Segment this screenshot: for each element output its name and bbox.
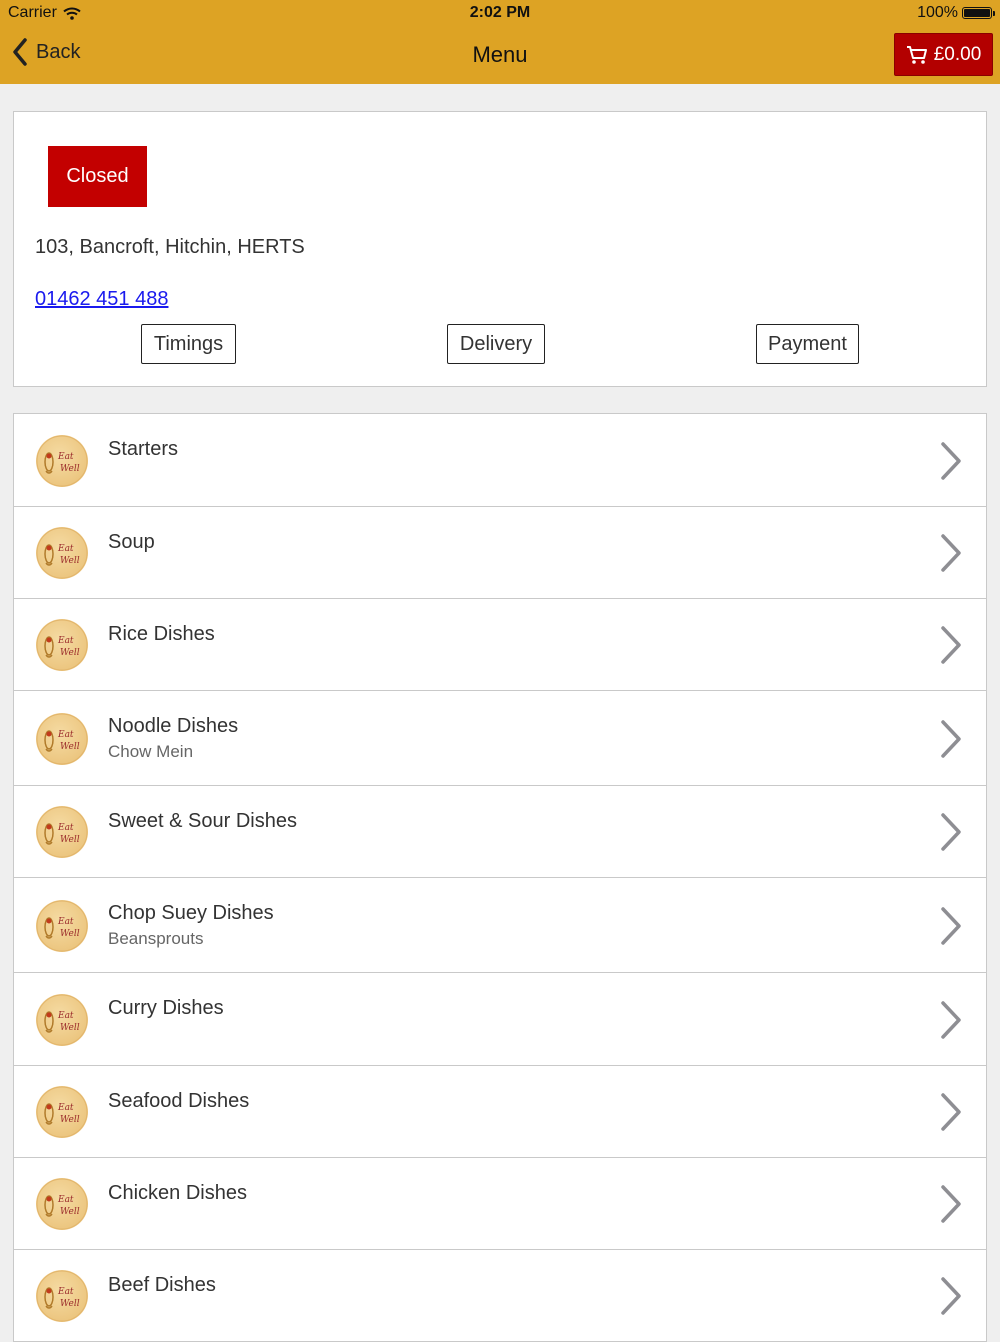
- cart-icon: [906, 45, 927, 64]
- cart-total: £0.00: [933, 43, 982, 65]
- restaurant-logo-icon: Eat Well: [36, 1178, 88, 1230]
- category-title: Rice Dishes: [108, 623, 215, 645]
- chevron-right-icon: [938, 625, 964, 665]
- svg-text:Eat: Eat: [57, 636, 74, 646]
- store-address: 103, Bancroft, Hitchin, HERTS: [35, 236, 305, 258]
- menu-category-row[interactable]: Eat Well Chop Suey Dishes Beansprouts: [14, 878, 986, 973]
- chevron-right-icon: [938, 719, 964, 759]
- svg-text:Eat: Eat: [57, 452, 74, 462]
- store-status-badge: Closed: [48, 146, 147, 207]
- svg-text:Well: Well: [60, 1299, 80, 1309]
- restaurant-logo-icon: Eat Well: [36, 619, 88, 671]
- menu-category-list: Eat Well Starters Eat Well Soup Eat Well Rice Di…: [13, 413, 987, 1342]
- svg-text:Eat: Eat: [57, 1287, 74, 1297]
- payment-button[interactable]: Payment: [756, 324, 859, 364]
- svg-text:Eat: Eat: [57, 1103, 74, 1113]
- svg-text:Well: Well: [60, 1207, 80, 1217]
- page-title: Menu: [472, 42, 528, 67]
- category-subtitle: Chow Mein: [108, 742, 194, 761]
- delivery-button[interactable]: Delivery: [447, 324, 545, 364]
- menu-category-row[interactable]: Eat Well Beef Dishes: [14, 1250, 986, 1342]
- chevron-right-icon: [938, 812, 964, 852]
- svg-text:Eat: Eat: [57, 1011, 74, 1021]
- category-title: Starters: [108, 438, 179, 460]
- menu-category-row[interactable]: Eat Well Noodle Dishes Chow Mein: [14, 691, 986, 786]
- svg-text:Eat: Eat: [57, 823, 74, 833]
- menu-category-row[interactable]: Eat Well Sweet & Sour Dishes: [14, 786, 986, 878]
- category-title: Seafood Dishes: [108, 1090, 250, 1112]
- restaurant-logo-icon: Eat Well: [36, 1270, 88, 1322]
- restaurant-logo-icon: Eat Well: [36, 713, 88, 765]
- restaurant-logo-icon: Eat Well: [36, 900, 88, 952]
- svg-text:Eat: Eat: [57, 544, 74, 554]
- restaurant-logo-icon: Eat Well: [36, 527, 88, 579]
- category-title: Noodle Dishes: [108, 715, 239, 737]
- timings-button[interactable]: Timings: [141, 324, 236, 364]
- chevron-right-icon: [938, 441, 964, 481]
- svg-text:Well: Well: [60, 929, 80, 939]
- svg-text:Well: Well: [60, 742, 80, 752]
- category-title: Chicken Dishes: [108, 1182, 247, 1204]
- restaurant-logo-icon: Eat Well: [36, 435, 88, 487]
- menu-category-row[interactable]: Eat Well Rice Dishes: [14, 599, 986, 691]
- store-phone-link[interactable]: 01462 451 488: [35, 288, 168, 311]
- status-battery: 100%: [917, 4, 995, 22]
- store-info-card: Closed 103, Bancroft, Hitchin, HERTS 014…: [13, 111, 987, 387]
- svg-text:Well: Well: [60, 1023, 80, 1033]
- chevron-right-icon: [938, 1000, 964, 1040]
- cart-button[interactable]: £0.00: [894, 33, 993, 76]
- chevron-right-icon: [938, 1092, 964, 1132]
- svg-text:Well: Well: [60, 648, 80, 658]
- category-subtitle: Beansprouts: [108, 929, 204, 948]
- chevron-right-icon: [938, 1276, 964, 1316]
- status-time: 2:02 PM: [469, 4, 531, 21]
- svg-text:Well: Well: [60, 556, 80, 566]
- battery-icon: [962, 7, 995, 19]
- chevron-right-icon: [938, 906, 964, 946]
- svg-text:Eat: Eat: [57, 917, 74, 927]
- menu-category-row[interactable]: Eat Well Seafood Dishes: [14, 1066, 986, 1158]
- category-title: Beef Dishes: [108, 1274, 216, 1296]
- category-title: Sweet & Sour Dishes: [108, 810, 297, 832]
- restaurant-logo-icon: Eat Well: [36, 806, 88, 858]
- svg-text:Eat: Eat: [57, 1195, 74, 1205]
- category-title: Soup: [108, 531, 155, 553]
- category-title: Chop Suey Dishes: [108, 902, 274, 924]
- restaurant-logo-icon: Eat Well: [36, 994, 88, 1046]
- svg-text:Well: Well: [60, 835, 80, 845]
- svg-text:Well: Well: [60, 464, 80, 474]
- menu-category-row[interactable]: Eat Well Curry Dishes: [14, 973, 986, 1066]
- svg-text:Eat: Eat: [57, 730, 74, 740]
- chevron-right-icon: [938, 533, 964, 573]
- chevron-right-icon: [938, 1184, 964, 1224]
- menu-category-row[interactable]: Eat Well Chicken Dishes: [14, 1158, 986, 1250]
- menu-category-row[interactable]: Eat Well Starters: [14, 414, 986, 507]
- svg-text:Well: Well: [60, 1115, 80, 1125]
- menu-category-row[interactable]: Eat Well Soup: [14, 507, 986, 599]
- category-title: Curry Dishes: [108, 997, 224, 1019]
- restaurant-logo-icon: Eat Well: [36, 1086, 88, 1138]
- battery-percent: 100%: [917, 4, 958, 21]
- navigation-bar: Carrier 2:02 PM 100% Back Menu £0.00: [0, 0, 1000, 84]
